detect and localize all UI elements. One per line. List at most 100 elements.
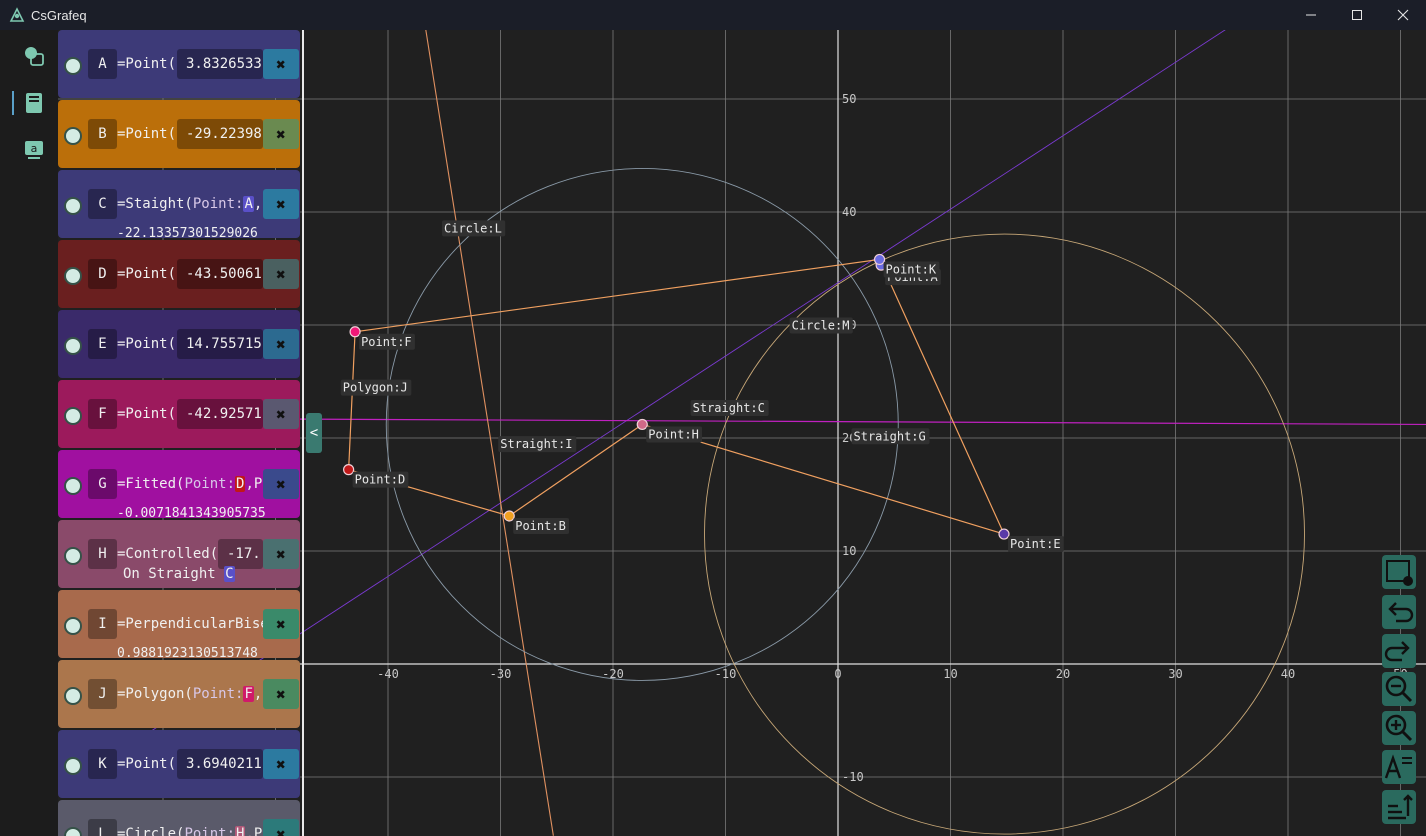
expression-part: H: [235, 826, 246, 836]
point-k: [873, 253, 886, 266]
visibility-radio[interactable]: [64, 757, 82, 775]
delete-button[interactable]: ✖: [263, 749, 299, 779]
label-point-f: Point:F: [361, 335, 412, 349]
app-icon: [9, 7, 25, 22]
undo-button[interactable]: [1382, 595, 1416, 629]
visibility-radio[interactable]: [64, 337, 82, 355]
visibility-radio[interactable]: [64, 827, 82, 836]
window-title: CsGrafeq: [31, 8, 87, 23]
point-f: [349, 326, 361, 338]
object-letter: E: [88, 329, 117, 359]
visibility-radio[interactable]: [64, 267, 82, 285]
object-letter: H: [88, 539, 117, 569]
text-box-icon[interactable]: a: [22, 138, 46, 162]
text-format-icon: [1384, 754, 1412, 779]
label-polygon-j: Polygon:J: [343, 381, 408, 395]
delete-button[interactable]: ✖: [263, 469, 299, 499]
close-button[interactable]: [1380, 0, 1426, 30]
visibility-radio[interactable]: [64, 617, 82, 635]
expression-part: C: [224, 566, 235, 582]
expression-text: =Controlled(: [117, 546, 219, 562]
value-input[interactable]: 14.755715: [177, 329, 263, 359]
expression-part: ,: [253, 196, 263, 212]
x-tick-label: 0: [834, 667, 841, 681]
delete-button[interactable]: ✖: [263, 189, 299, 219]
label-straight-c: Straight:C: [693, 401, 765, 415]
zoom-out-icon: [1385, 675, 1413, 703]
object-letter: A: [88, 49, 117, 79]
delete-button[interactable]: ✖: [263, 399, 299, 429]
sort-icon: [1388, 794, 1413, 820]
delete-button[interactable]: ✖: [263, 259, 299, 289]
visibility-radio[interactable]: [64, 197, 82, 215]
value-input[interactable]: 3.6940211: [177, 749, 263, 779]
collapse-panel-button[interactable]: <: [306, 413, 322, 453]
visibility-radio[interactable]: [64, 57, 82, 75]
zoom-out-button[interactable]: [1382, 672, 1416, 706]
text-box-icon-label: a: [31, 142, 38, 155]
text-format-button[interactable]: [1382, 750, 1416, 784]
maximize-button[interactable]: [1334, 0, 1380, 30]
expression-card-k[interactable]: K =Point(3.6940211 ✖: [58, 730, 300, 798]
panel-divider[interactable]: [302, 30, 304, 836]
settings-panel-icon: [1386, 560, 1413, 586]
title-bar: CsGrafeq: [0, 0, 1426, 30]
expression-card-j[interactable]: J =Polygon(Point:F, ✖: [58, 660, 300, 728]
visibility-radio[interactable]: [64, 127, 82, 145]
settings-panel-button[interactable]: [1382, 555, 1416, 589]
delete-button[interactable]: ✖: [263, 539, 299, 569]
object-letter: G: [88, 469, 117, 499]
delete-button[interactable]: ✖: [263, 679, 299, 709]
value-input[interactable]: -42.92571: [177, 399, 263, 429]
y-tick-label: -10: [842, 770, 864, 784]
undo-icon: [1388, 602, 1414, 623]
value-input[interactable]: -17.: [218, 539, 263, 569]
x-tick-label: 10: [943, 667, 957, 681]
expression-card-d[interactable]: D =Point(-43.50061 ✖: [58, 240, 300, 308]
expression-card-h[interactable]: H =Controlled(-17. On Straight C ✖: [58, 520, 300, 588]
visibility-radio[interactable]: [64, 687, 82, 705]
sort-button[interactable]: [1382, 790, 1416, 824]
visibility-radio[interactable]: [64, 477, 82, 495]
expression-part: Point:: [184, 476, 236, 492]
notebook-icon[interactable]: [22, 91, 46, 115]
expression-panel: A =Point(3.8326533 ✖ B =Point(-29.22398 ✖ C =St…: [58, 30, 302, 836]
expression-card-b[interactable]: B =Point(-29.22398 ✖: [58, 100, 300, 168]
expression-text: =Point(: [117, 56, 177, 72]
expression-card-e[interactable]: E =Point(14.755715 ✖: [58, 310, 300, 378]
y-tick-label: 10: [842, 544, 856, 558]
delete-button[interactable]: ✖: [263, 329, 299, 359]
object-letter: K: [88, 749, 117, 779]
expression-card-c[interactable]: C =Staight(Point:A, -22.13357301529026 ✖: [58, 170, 300, 241]
close-icon: [1397, 9, 1409, 21]
visibility-radio[interactable]: [64, 407, 82, 425]
delete-button[interactable]: ✖: [263, 609, 299, 639]
expression-card-i[interactable]: I =PerpendicularBise 0.9881923130513748 ✖: [58, 590, 300, 661]
expression-card-l[interactable]: L =Circle(Point:H,P ✖: [58, 800, 300, 836]
expression-text: =Point(: [117, 336, 177, 352]
expression-part: A: [243, 196, 254, 212]
visibility-radio[interactable]: [64, 547, 82, 565]
zoom-in-button[interactable]: [1382, 711, 1416, 745]
delete-button[interactable]: ✖: [263, 819, 299, 836]
value-input[interactable]: -43.50061: [177, 259, 263, 289]
expression-card-f[interactable]: F =Point(-42.92571 ✖: [58, 380, 300, 448]
expression-text: =Polygon(Point:F,: [117, 686, 262, 702]
value-input[interactable]: -29.22398: [177, 119, 263, 149]
value-input[interactable]: 3.8326533: [177, 49, 263, 79]
redo-button[interactable]: [1382, 634, 1416, 668]
object-letter: D: [88, 259, 117, 289]
label-straight-g: Straight:G: [854, 429, 926, 443]
object-letter: I: [88, 609, 117, 639]
expression-card-g[interactable]: G =Fitted(Point:D,P -0.0071841343905735 ✖: [58, 450, 300, 521]
shapes-icon[interactable]: [22, 44, 46, 68]
x-tick-label: 20: [1056, 667, 1070, 681]
minimize-button[interactable]: [1288, 0, 1334, 30]
expression-card-a[interactable]: A =Point(3.8326533 ✖: [58, 30, 300, 98]
expression-line2: -0.0071841343905735: [117, 506, 266, 521]
delete-button[interactable]: ✖: [263, 119, 299, 149]
expression-part: ,: [253, 686, 263, 702]
delete-button[interactable]: ✖: [263, 49, 299, 79]
object-letter: L: [88, 819, 117, 836]
expression-text: =Point(: [117, 756, 177, 772]
